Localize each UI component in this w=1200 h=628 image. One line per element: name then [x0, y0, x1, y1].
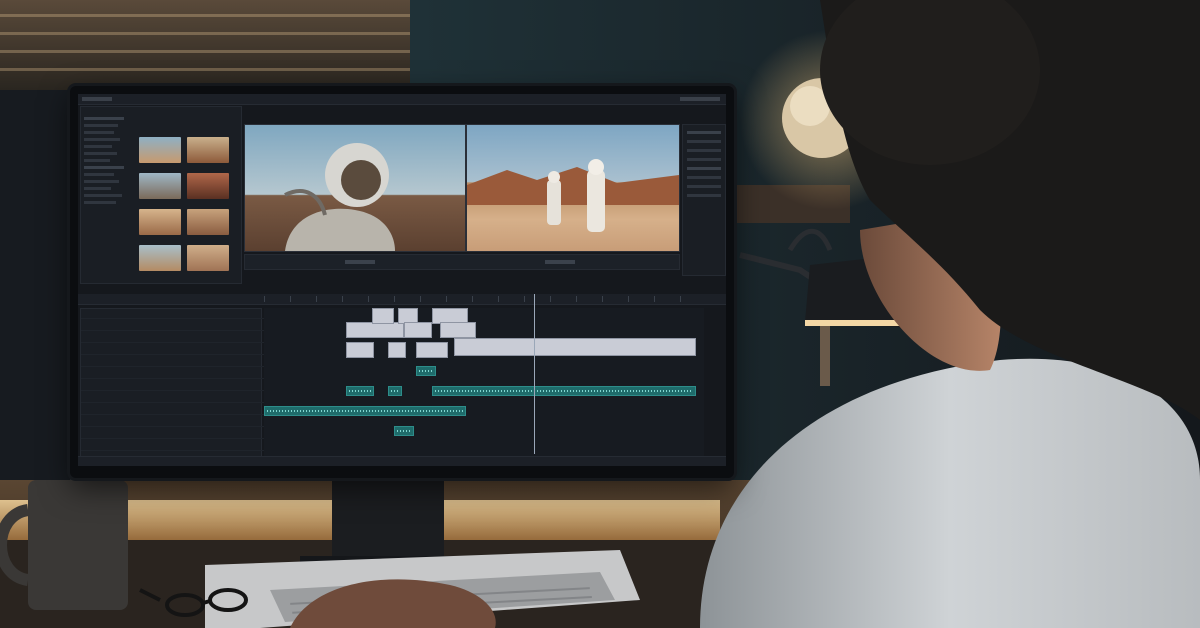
audio-clip[interactable] [416, 366, 436, 376]
play-controls-program[interactable] [545, 260, 575, 264]
video-clip[interactable] [372, 308, 394, 324]
clip-thumbnail[interactable] [139, 137, 181, 163]
monitor [70, 86, 734, 478]
timeline-ruler[interactable] [264, 296, 704, 302]
editor-status-bar [78, 456, 726, 466]
video-clip[interactable] [388, 342, 406, 358]
source-viewer[interactable] [244, 124, 466, 252]
audio-clip[interactable] [264, 406, 466, 416]
transport-controls [244, 254, 680, 270]
export-button[interactable] [680, 97, 720, 101]
audio-clip[interactable] [346, 386, 374, 396]
video-clip[interactable] [346, 342, 374, 358]
clip-thumbnail[interactable] [139, 173, 181, 199]
editor-menu-bar [78, 94, 726, 105]
video-clip[interactable] [440, 322, 476, 338]
video-clip[interactable] [454, 338, 696, 356]
project-tree [84, 113, 134, 273]
playhead[interactable] [534, 294, 535, 454]
audio-clip[interactable] [388, 386, 402, 396]
timeline-tracks[interactable] [264, 294, 704, 458]
clip-thumbnail[interactable] [139, 245, 181, 271]
photo-scene [0, 0, 1200, 628]
video-clip[interactable] [346, 322, 404, 338]
audio-clip[interactable] [394, 426, 414, 436]
clip-thumbnail[interactable] [187, 245, 229, 271]
clip-thumbnail[interactable] [187, 137, 229, 163]
astronaut-closeup-frame [284, 143, 395, 251]
media-bin-panel [80, 106, 242, 284]
track-headers [80, 308, 277, 460]
clip-thumbnail[interactable] [139, 209, 181, 235]
two-astronauts-frame [467, 159, 679, 232]
clip-thumbnail[interactable] [187, 209, 229, 235]
play-controls-source[interactable] [345, 260, 375, 264]
video-editor-screen [78, 94, 726, 466]
video-clip[interactable] [404, 322, 432, 338]
app-title-placeholder [82, 97, 112, 101]
audio-clip[interactable] [432, 386, 696, 396]
video-clip[interactable] [416, 342, 448, 358]
clip-thumbnail[interactable] [187, 173, 229, 199]
program-viewer[interactable] [466, 124, 680, 252]
inspector-panel [682, 124, 726, 276]
